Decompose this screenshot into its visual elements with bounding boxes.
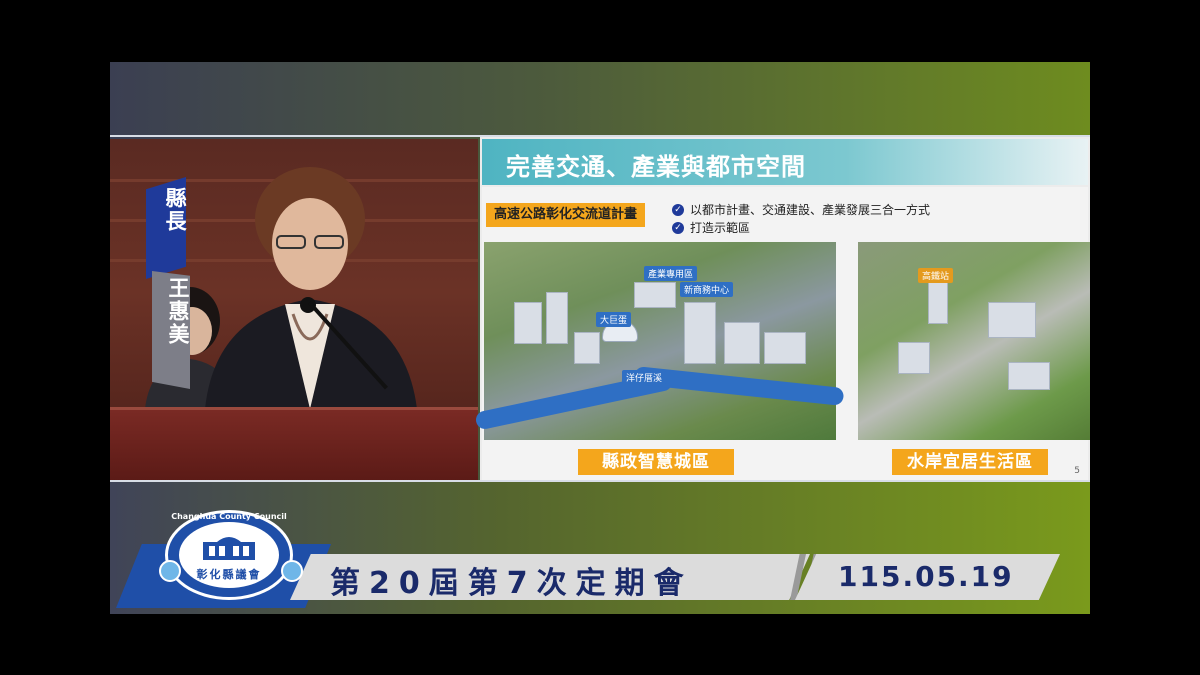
bullet-list: ✓ 以都市計畫、交通建設、產業發展三合一方式 ✓ 打造示範區: [672, 201, 930, 237]
slide-page-number: 5: [1074, 466, 1080, 476]
aerial-image-waterfront: 高鐵站: [858, 242, 1090, 440]
top-band: [110, 62, 1090, 137]
caption-smart-city: 縣政智慧城區: [578, 449, 734, 475]
building-icon: [203, 537, 255, 560]
bullet-item: ✓ 以都市計畫、交通建設、產業發展三合一方式: [672, 201, 930, 219]
project-label: 高速公路彰化交流道計畫: [486, 203, 646, 227]
speaker-title: 縣長: [163, 187, 187, 233]
presentation-slide: 完善交通、產業與都市空間 高速公路彰化交流道計畫 ✓ 以都市計畫、交通建設、產業發…: [474, 137, 1090, 482]
session-title: 第20屆第7次定期會: [330, 566, 693, 601]
council-logo: Changhua County Council 彰化縣議會: [159, 510, 303, 600]
camera-view: 縣長 王惠美: [110, 139, 478, 480]
check-icon: ✓: [672, 204, 684, 216]
map-label: 新商務中心: [680, 282, 734, 297]
speaker-person: [205, 167, 417, 409]
council-name: 彰化縣議會: [196, 568, 262, 581]
map-label: 產業專用區: [644, 266, 698, 281]
slide-body: 高速公路彰化交流道計畫 ✓ 以都市計畫、交通建設、產業發展三合一方式 ✓ 打造示範區…: [474, 187, 1090, 480]
map-label: 大巨蛋: [596, 312, 632, 327]
slide-title: 完善交通、產業與都市空間: [506, 153, 806, 181]
speaker-name-tag: 縣長 王惠美: [146, 177, 192, 389]
session-date: 115.05.19: [838, 560, 1014, 593]
aerial-image-smart-city: 產業專用區 新商務中心 大巨蛋 洋仔厝溪: [474, 242, 845, 440]
session-banner: 第20屆第7次定期會 115.05.19: [290, 554, 1080, 601]
map-label: 洋仔厝溪: [622, 370, 667, 385]
bullet-item: ✓ 打造示範區: [672, 219, 930, 237]
slide-header: 完善交通、產業與都市空間: [482, 139, 1088, 185]
speaker-name: 王惠美: [166, 277, 190, 346]
map-label: 高鐵站: [918, 268, 954, 283]
podium: [110, 407, 478, 480]
check-icon: ✓: [672, 222, 684, 234]
caption-waterfront: 水岸宜居生活區: [892, 449, 1048, 475]
video-frame: 縣長 王惠美 完善交通、產業與都市空間 高速公路彰化交流道計畫 ✓ 以都市計畫、交…: [110, 62, 1090, 614]
